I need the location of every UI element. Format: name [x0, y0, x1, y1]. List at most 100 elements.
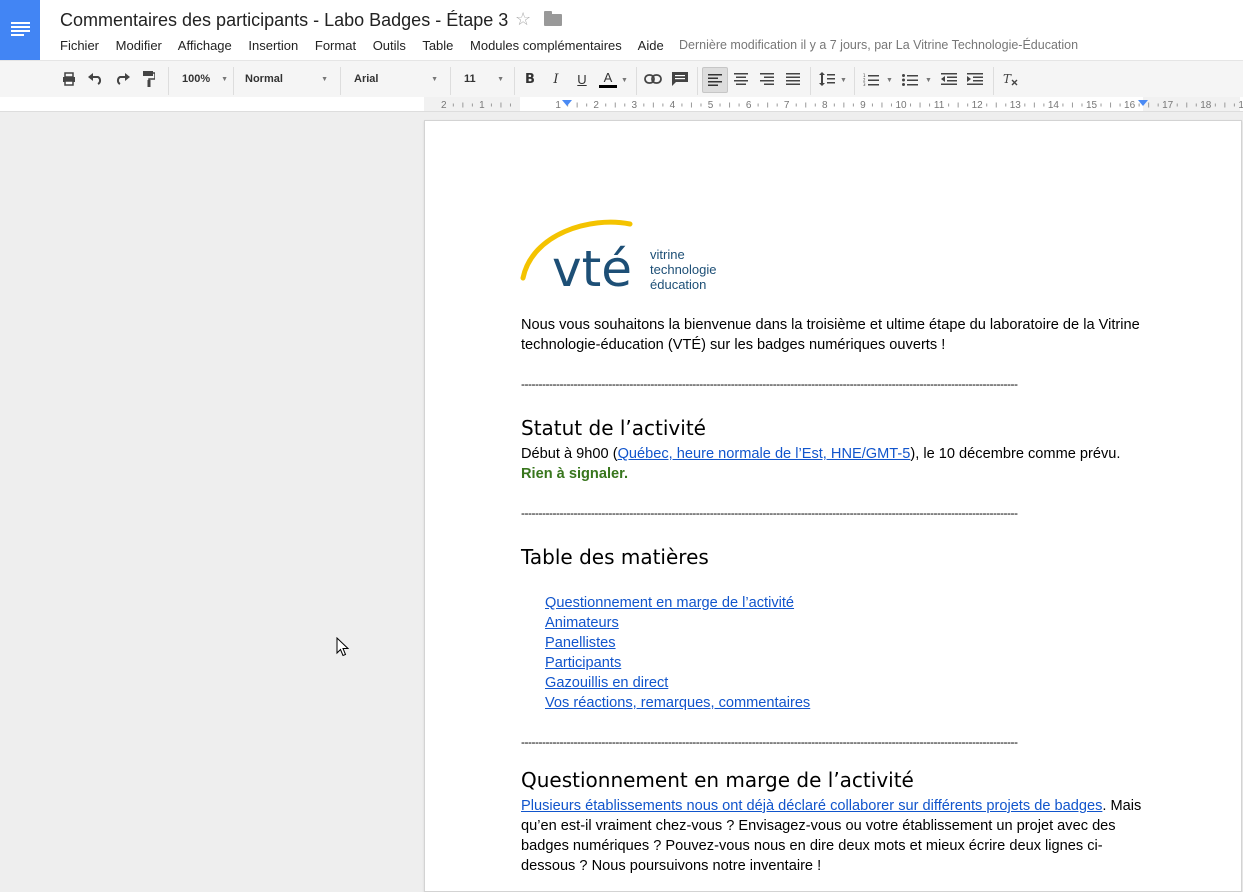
status-notice: Rien à signaler.	[521, 466, 629, 482]
font-size-select[interactable]: 11 ▼	[456, 67, 508, 91]
svg-text:T: T	[1003, 72, 1012, 86]
align-left-button[interactable]	[702, 67, 728, 93]
ruler-label: 3	[632, 100, 638, 111]
font-select[interactable]: Arial ▼	[346, 67, 442, 91]
toolbar-separator	[233, 67, 234, 95]
toolbar-separator	[854, 67, 855, 95]
ruler-margin-right	[1143, 97, 1240, 111]
docs-home-icon[interactable]	[0, 0, 40, 60]
menu-format[interactable]: Format	[315, 38, 356, 53]
menu-edit[interactable]: Modifier	[116, 38, 162, 53]
timezone-link[interactable]: Québec, heure normale de l’Est, HNE/GMT-…	[618, 446, 911, 462]
bold-button[interactable]: B	[519, 67, 541, 91]
separator: ----------------------------------------…	[521, 506, 1018, 520]
chevron-down-icon: ▼	[431, 76, 438, 83]
toc-item-gazouillis[interactable]: Gazouillis en direct	[545, 673, 810, 693]
ruler-ticks: 2112345678910111213141516171819	[424, 97, 1243, 111]
document-page[interactable]: vté vitrine technologie éducation Nous v…	[424, 120, 1242, 892]
toolbar-separator	[636, 67, 637, 95]
ruler-label: 16	[1124, 100, 1136, 111]
redo-icon[interactable]	[111, 67, 133, 91]
align-center-button[interactable]	[730, 67, 752, 91]
toolbar-separator	[697, 67, 698, 95]
align-right-button[interactable]	[756, 67, 778, 91]
ruler-label: 9	[860, 100, 866, 111]
link-icon[interactable]	[642, 67, 664, 91]
docs-logo-line	[11, 26, 30, 28]
text-color-letter: A	[603, 69, 613, 85]
ruler-label: 18	[1200, 100, 1212, 111]
mouse-cursor-icon	[336, 637, 350, 657]
ruler-label: 11	[934, 100, 945, 111]
table-of-contents: Questionnement en marge de l’activité An…	[545, 593, 810, 713]
text-color-button[interactable]: A	[597, 67, 619, 91]
menu-file[interactable]: Fichier	[60, 38, 99, 53]
ruler-label: 13	[1010, 100, 1022, 111]
toc-heading: Table des matières	[521, 545, 709, 569]
docs-logo-line	[11, 30, 30, 32]
toolbar-separator	[168, 67, 169, 95]
ruler-left-indent-marker[interactable]	[562, 100, 572, 106]
print-icon[interactable]	[58, 67, 80, 91]
justify-button[interactable]	[782, 67, 804, 91]
docs-logo-line	[11, 22, 30, 24]
increase-indent-icon[interactable]	[964, 67, 986, 91]
ruler-label: 14	[1048, 100, 1060, 111]
line-spacing-icon[interactable]	[816, 67, 838, 91]
document-title[interactable]: Commentaires des participants - Labo Bad…	[60, 10, 508, 31]
menu-view[interactable]: Affichage	[178, 38, 232, 53]
toc-item-reactions[interactable]: Vos réactions, remarques, commentaires	[545, 693, 810, 713]
toc-item-questionnement[interactable]: Questionnement en marge de l’activité	[545, 593, 810, 613]
ruler-label: 1	[555, 100, 561, 111]
folder-icon[interactable]	[544, 11, 562, 26]
ruler-label: 19	[1238, 100, 1243, 111]
separator: ----------------------------------------…	[521, 377, 1018, 391]
bulleted-list-icon[interactable]	[899, 67, 921, 91]
menu-help[interactable]: Aide	[638, 38, 664, 53]
ruler-label: 10	[895, 100, 907, 111]
status-heading: Statut de l’activité	[521, 416, 706, 440]
underline-button[interactable]: U	[571, 67, 593, 91]
toolbar-separator	[514, 67, 515, 95]
decrease-indent-icon[interactable]	[938, 67, 960, 91]
star-icon[interactable]: ☆	[515, 9, 531, 30]
question-heading: Questionnement en marge de l’activité	[521, 768, 914, 792]
separator: ----------------------------------------…	[521, 735, 1018, 749]
clear-formatting-icon[interactable]: T	[999, 67, 1021, 91]
zoom-value: 100%	[182, 73, 211, 85]
badges-projects-link[interactable]: Plusieurs établissements nous ont déjà d…	[521, 798, 1102, 814]
toc-item-animateurs[interactable]: Animateurs	[545, 613, 810, 633]
zoom-select[interactable]: 100% ▼	[176, 67, 230, 91]
ruler-label: 4	[670, 100, 676, 111]
intro-paragraph: Nous vous souhaitons la bienvenue dans l…	[521, 317, 1140, 353]
logo-line-1: vitrine	[650, 247, 685, 262]
status-paragraph: Début à 9h00 (Québec, heure normale de l…	[521, 444, 1146, 484]
menu-table[interactable]: Table	[422, 38, 453, 53]
vte-logo: vté vitrine technologie éducation	[520, 219, 717, 296]
status-text-before: Début à 9h00 (	[521, 446, 618, 462]
ruler-label: 2	[441, 100, 447, 111]
ruler-label: 8	[822, 100, 828, 111]
undo-icon[interactable]	[85, 67, 107, 91]
numbered-list-icon[interactable]: 123	[860, 67, 882, 91]
menu-insert[interactable]: Insertion	[248, 38, 298, 53]
style-select[interactable]: Normal ▼	[238, 67, 332, 91]
ruler-label: 6	[746, 100, 752, 111]
menu-tools[interactable]: Outils	[373, 38, 406, 53]
ruler[interactable]: 2112345678910111213141516171819	[0, 97, 1243, 112]
last-edit-link[interactable]: Dernière modification il y a 7 jours, pa…	[679, 38, 1078, 52]
toc-item-panellistes[interactable]: Panellistes	[545, 633, 810, 653]
menu-bar: Fichier Modifier Affichage Insertion For…	[60, 38, 677, 53]
ruler-label: 7	[784, 100, 790, 111]
paint-format-icon[interactable]	[138, 67, 160, 91]
italic-button[interactable]: I	[545, 67, 567, 91]
ruler-label: 12	[972, 100, 984, 111]
toolbar-separator	[993, 67, 994, 95]
menu-addons[interactable]: Modules complémentaires	[470, 38, 622, 53]
comment-icon[interactable]	[669, 67, 691, 91]
toc-item-participants[interactable]: Participants	[545, 653, 810, 673]
svg-text:3: 3	[863, 82, 866, 86]
logo-line-2: technologie	[650, 262, 717, 277]
ruler-label: 17	[1162, 100, 1174, 111]
chevron-down-icon: ▼	[321, 76, 328, 83]
